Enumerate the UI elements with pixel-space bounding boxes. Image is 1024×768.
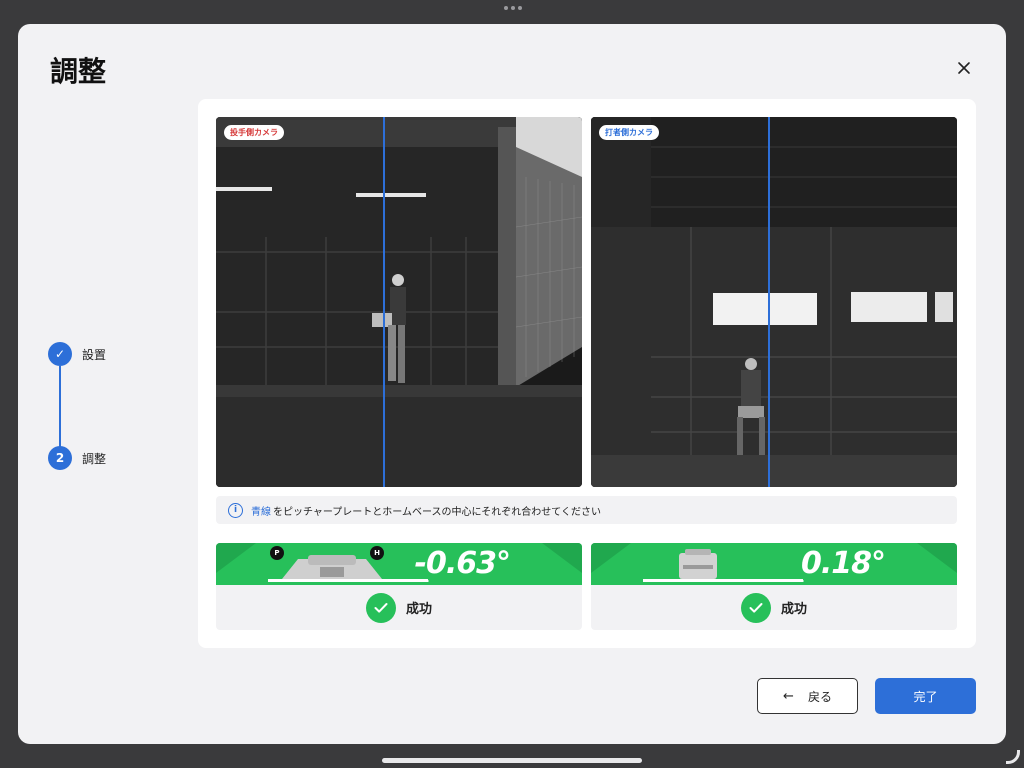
batter-camera-badge: 打者側カメラ [599,125,659,140]
camera-panel: 投手側カメラ 打者側カメラ i 青線 をピッチャープレートとホームベースの中心に… [198,99,976,648]
status-label: 成功 [405,602,432,617]
stepper-connector [59,366,61,448]
page-title: 調整 [50,55,107,88]
batter-camera-image [591,117,957,487]
angle-banner: P H -0.63° [216,543,582,585]
info-icon: i [228,502,243,518]
device-illustration [591,543,957,582]
pitcher-marker-icon: P [270,546,284,560]
home-indicator[interactable] [382,758,642,763]
step-adjust: 2 調整 [48,446,106,470]
angle-value: 0.18° [800,546,886,581]
step-label: 調整 [82,451,107,466]
status-badge: 成功 [591,585,957,630]
success-check-icon [740,592,771,623]
step-setup: ✓ 設置 [48,342,106,366]
angle-banner: 0.18° [591,543,957,585]
step-label: 設置 [82,347,107,362]
instruction-bar: i 青線 をピッチャープレートとホームベースの中心にそれぞれ合わせてください [216,496,957,524]
arrow-left-icon: ← [783,688,794,704]
pitcher-camera-badge: 投手側カメラ [224,125,284,140]
batter-result-card: 0.18° 成功 [591,543,957,630]
step-number: 2 [48,446,72,470]
pitcher-camera-image [216,117,582,487]
batter-camera-view: 打者側カメラ [591,117,957,487]
back-button-label: 戻る [807,689,832,704]
angle-value: -0.63° [414,546,511,581]
multitask-dots-icon[interactable] [504,5,522,11]
done-button-label: 完了 [913,689,938,704]
alignment-line[interactable] [383,117,385,487]
pitcher-camera-view: 投手側カメラ [216,117,582,487]
back-button[interactable]: ← 戻る [757,678,858,714]
done-button[interactable]: 完了 [875,678,976,714]
close-icon [958,62,970,74]
pitcher-result-card: P H -0.63° 成功 [216,543,582,630]
alignment-line[interactable] [768,117,770,487]
corner-icon [1006,750,1020,764]
checkmark-icon: ✓ [48,342,72,366]
status-badge: 成功 [216,585,582,630]
home-marker-icon: H [370,546,384,560]
progress-stepper: ✓ 設置 2 調整 [48,342,188,482]
adjust-dialog: 調整 ✓ 設置 2 調整 投手側カメラ 打者側カメラ i 青線 をピッチャープレ… [18,24,1006,744]
close-button[interactable] [950,54,978,82]
instruction-text: をピッチャープレートとホームベースの中心にそれぞれ合わせてください [273,506,601,518]
success-check-icon [365,592,396,623]
status-label: 成功 [780,602,807,617]
instruction-highlight: 青線 [251,506,271,518]
